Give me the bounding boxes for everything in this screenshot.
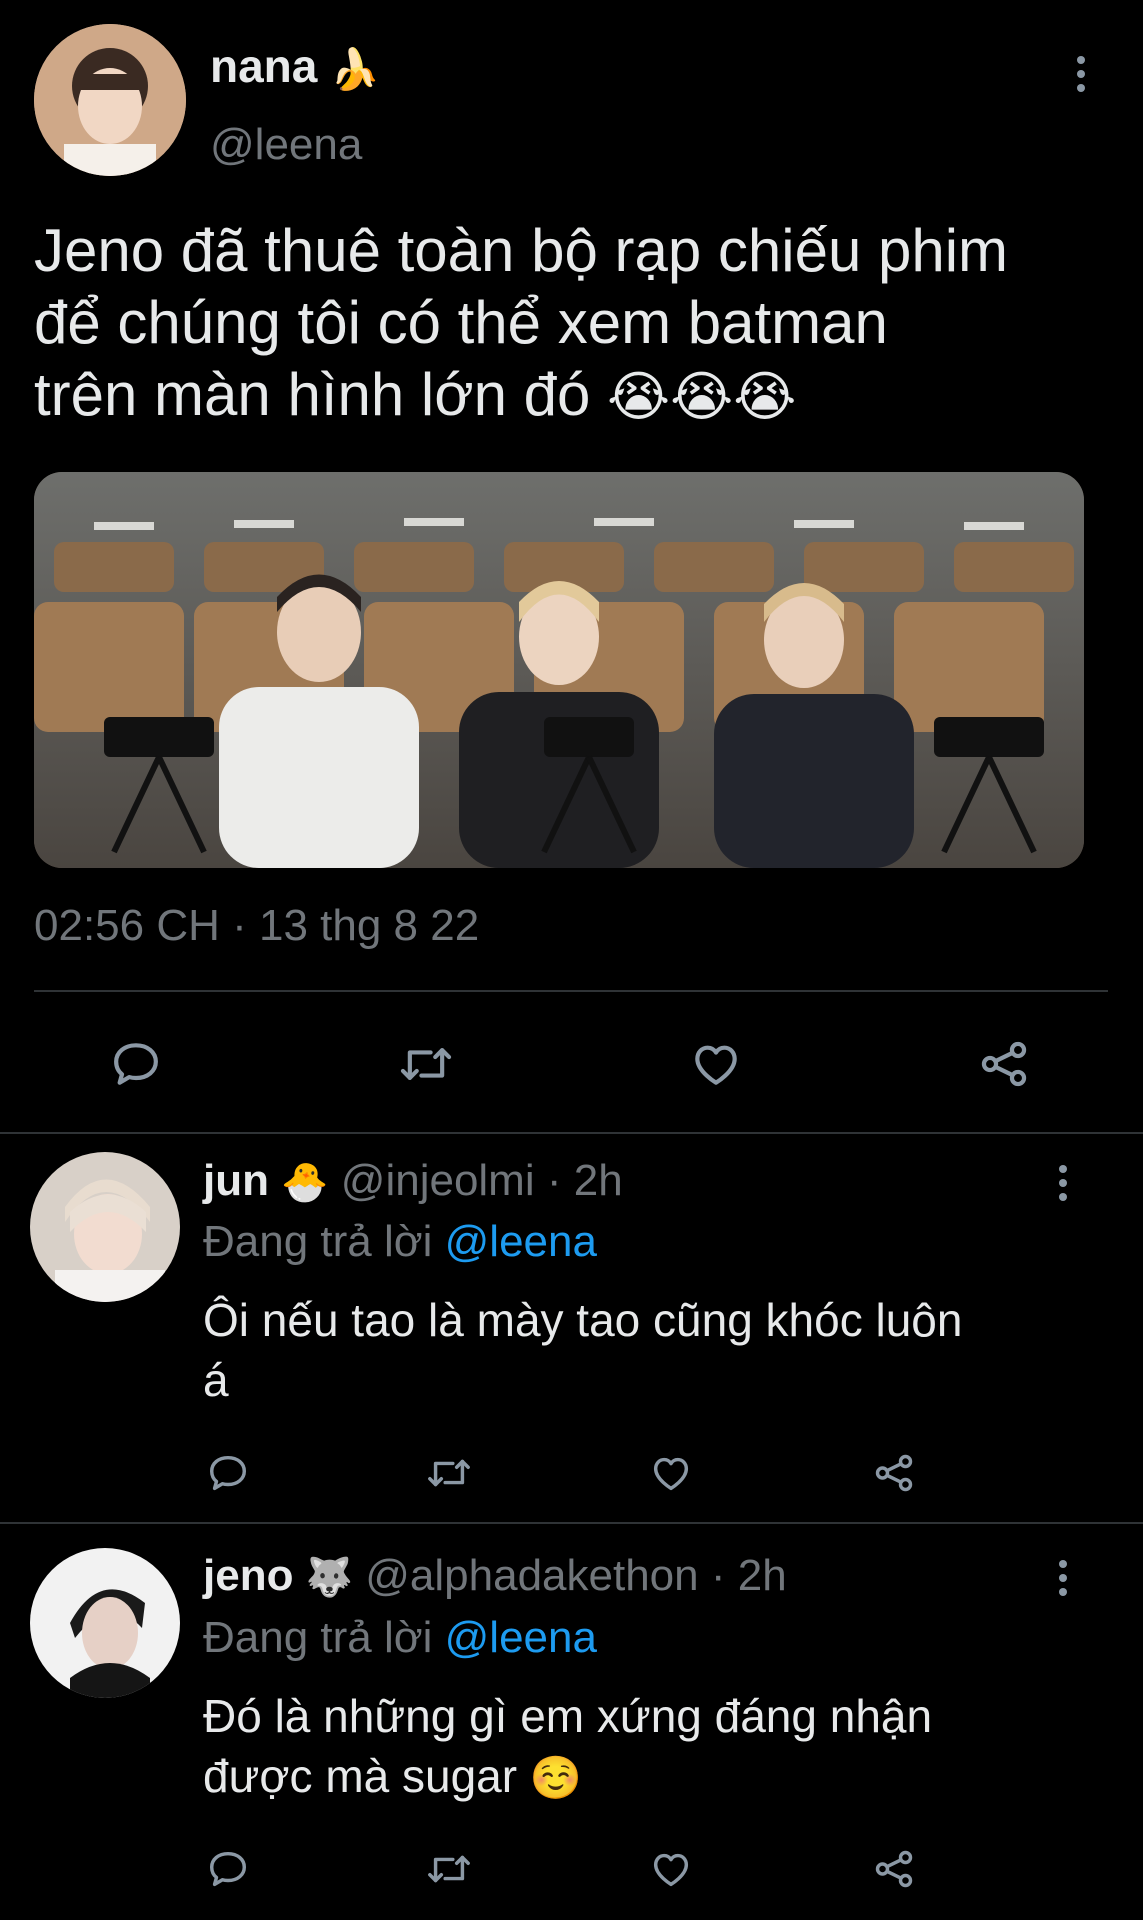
- like-icon[interactable]: [688, 1036, 744, 1092]
- tweet-media[interactable]: [34, 472, 1084, 868]
- banana-emoji: 🍌: [330, 47, 380, 92]
- section-divider: [0, 1522, 1143, 1524]
- tweet-text: Jeno đã thuê toàn bộ rạp chiếu phim để c…: [34, 215, 1114, 433]
- replying-to-line[interactable]: Đang trả lời @leena: [203, 1612, 597, 1664]
- tweet-text-line-3-text: trên màn hình lớn đó: [34, 361, 591, 428]
- more-icon[interactable]: [1076, 56, 1086, 92]
- replying-prefix: Đang trả lời: [203, 1217, 433, 1266]
- share-icon[interactable]: [871, 1846, 917, 1892]
- cinema-photo: [34, 472, 1084, 868]
- reply-icon[interactable]: [205, 1450, 251, 1496]
- more-icon[interactable]: [1058, 1165, 1068, 1201]
- tweet-timestamp[interactable]: 02:56 CH · 13 thg 8 22: [34, 900, 479, 952]
- replying-prefix: Đang trả lời: [203, 1613, 433, 1662]
- author-display-name: nana: [210, 40, 318, 92]
- reply-text-line-1: Ôi nếu tao là mày tao cũng khóc luôn: [203, 1294, 963, 1346]
- section-divider: [0, 1132, 1143, 1134]
- reply-text-line-2: á: [203, 1354, 229, 1406]
- reply-age: · 2h: [710, 1551, 787, 1600]
- chick-emoji: 🐣: [281, 1162, 329, 1204]
- reply-avatar-jun[interactable]: [30, 1152, 180, 1302]
- retweet-icon[interactable]: [396, 1036, 456, 1092]
- replying-to-handle[interactable]: @leena: [445, 1613, 597, 1662]
- reply-display-name: jeno: [203, 1551, 294, 1600]
- share-icon[interactable]: [976, 1036, 1032, 1092]
- reply-display-name: jun: [203, 1156, 269, 1205]
- reply-header-jeno[interactable]: jeno 🐺 @alphadakethon · 2h: [203, 1550, 787, 1604]
- tweet-text-line-3: trên màn hình lớn đó 😭😭😭: [34, 359, 1114, 433]
- like-icon[interactable]: [648, 1846, 694, 1892]
- reply-avatar-jeno[interactable]: [30, 1548, 180, 1698]
- wolf-emoji: 🐺: [305, 1557, 354, 1599]
- like-icon[interactable]: [648, 1450, 694, 1496]
- reply-text-line-2-text: được mà sugar: [203, 1750, 518, 1802]
- reply-text: Đó là những gì em xứng đáng nhận được mà…: [203, 1686, 1103, 1808]
- reply-icon[interactable]: [108, 1036, 164, 1092]
- author-avatar[interactable]: [34, 24, 186, 176]
- reply-header-jun[interactable]: jun 🐣 @injeolmi · 2h: [203, 1155, 623, 1209]
- tweet-text-line-2: để chúng tôi có thể xem batman: [34, 289, 888, 356]
- reply-handle: @injeolmi: [340, 1156, 535, 1205]
- retweet-icon[interactable]: [424, 1846, 474, 1892]
- author-name-row[interactable]: nana 🍌: [210, 40, 380, 96]
- crying-emojis: 😭😭😭: [607, 367, 797, 427]
- reply-age: · 2h: [546, 1156, 623, 1205]
- reply-text-line-1: Đó là những gì em xứng đáng nhận: [203, 1690, 933, 1742]
- reply-text: Ôi nếu tao là mày tao cũng khóc luôn á: [203, 1290, 1103, 1410]
- reply-icon[interactable]: [205, 1846, 251, 1892]
- author-handle[interactable]: @leena: [210, 120, 362, 170]
- more-icon[interactable]: [1058, 1560, 1068, 1596]
- reply-handle: @alphadakethon: [365, 1551, 699, 1600]
- tweet-text-line-1: Jeno đã thuê toàn bộ rạp chiếu phim: [34, 217, 1009, 284]
- smile-emoji: ☺️: [529, 1754, 583, 1801]
- share-icon[interactable]: [871, 1450, 917, 1496]
- replying-to-line[interactable]: Đang trả lời @leena: [203, 1216, 597, 1268]
- reply-text-line-2: được mà sugar ☺️: [203, 1746, 1103, 1808]
- timestamp-divider: [34, 990, 1108, 992]
- replying-to-handle[interactable]: @leena: [445, 1217, 597, 1266]
- retweet-icon[interactable]: [424, 1450, 474, 1496]
